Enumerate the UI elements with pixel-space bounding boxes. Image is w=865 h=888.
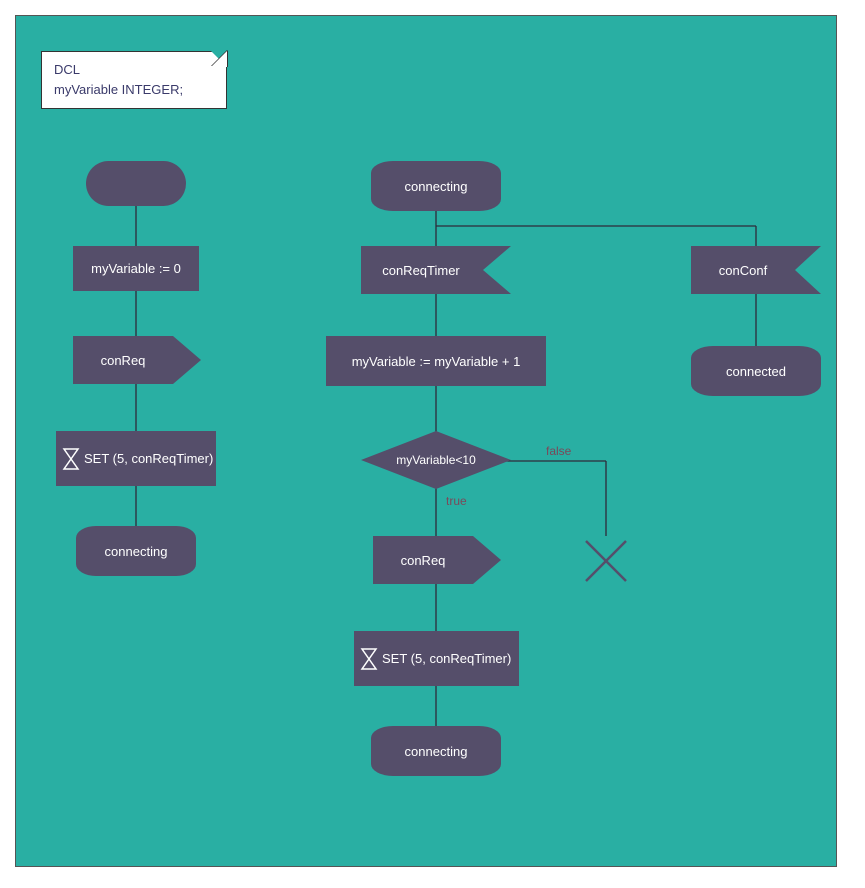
input-conreqtimer-label: conReqTimer <box>382 263 460 278</box>
timer-set-left: SET (5, conReqTimer) <box>56 431 216 486</box>
timer-set-mid: SET (5, conReqTimer) <box>354 631 519 686</box>
task-assign-left: myVariable := 0 <box>73 246 199 291</box>
task-assign-left-label: myVariable := 0 <box>91 261 181 276</box>
output-conreq-mid-label: conReq <box>401 553 446 568</box>
state-connecting-left: connecting <box>76 526 196 576</box>
state-connecting-bottom: connecting <box>371 726 501 776</box>
declaration-note: DCL myVariable INTEGER; <box>41 51 227 109</box>
state-connecting-bottom-label: connecting <box>405 744 468 759</box>
state-connecting-top-label: connecting <box>405 179 468 194</box>
diagram-panel: DCL myVariable INTEGER; myVariable := 0 … <box>15 15 837 867</box>
note-fold-icon <box>211 51 227 67</box>
start-symbol <box>86 161 186 206</box>
canvas: DCL myVariable INTEGER; myVariable := 0 … <box>0 0 865 888</box>
timer-set-mid-label: SET (5, conReqTimer) <box>382 651 511 666</box>
state-connected: connected <box>691 346 821 396</box>
input-conreqtimer: conReqTimer <box>361 246 511 294</box>
task-increment: myVariable := myVariable + 1 <box>326 336 546 386</box>
hourglass-icon <box>360 647 378 671</box>
state-connected-label: connected <box>726 364 786 379</box>
decision-false-label: false <box>546 444 571 458</box>
decision-myvariable: myVariable<10 <box>361 431 511 489</box>
decision-label: myVariable<10 <box>396 453 476 467</box>
input-conconf-label: conConf <box>719 263 768 278</box>
note-line2: myVariable INTEGER; <box>54 82 183 97</box>
decision-true-label: true <box>446 494 467 508</box>
output-conreq-mid: conReq <box>373 536 503 584</box>
note-line1: DCL <box>54 62 80 77</box>
hourglass-icon <box>62 447 80 471</box>
state-connecting-left-label: connecting <box>105 544 168 559</box>
task-increment-label: myVariable := myVariable + 1 <box>352 354 521 369</box>
state-connecting-top: connecting <box>371 161 501 211</box>
output-conreq-left-label: conReq <box>101 353 146 368</box>
input-conconf: conConf <box>691 246 821 294</box>
timer-set-left-label: SET (5, conReqTimer) <box>84 451 213 466</box>
output-conreq-left: conReq <box>73 336 203 384</box>
